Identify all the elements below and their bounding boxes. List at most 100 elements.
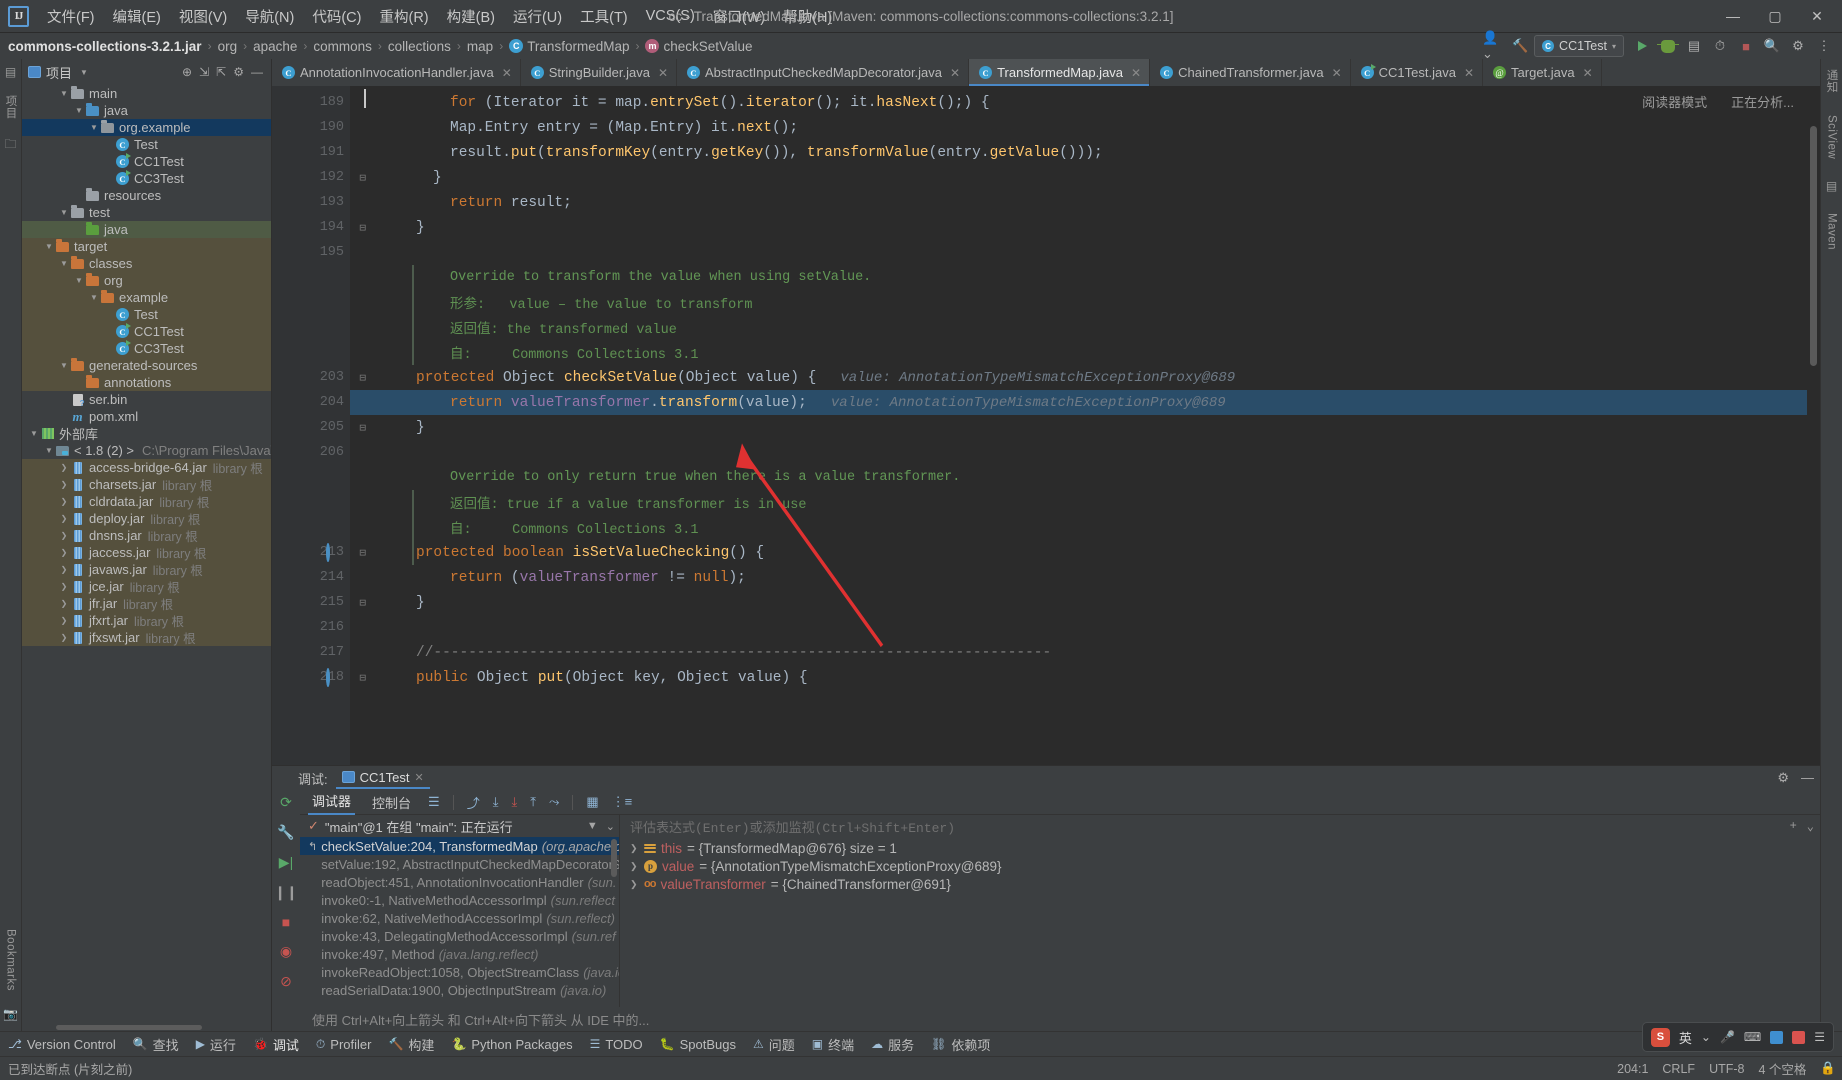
menu-file[interactable]: 文件(F) [38, 2, 104, 31]
tree-node[interactable]: ▼ org.example [22, 119, 271, 136]
code-line[interactable]: return valueTransformer.transform(value)… [350, 89, 1820, 415]
tool-window-bar[interactable]: ⎇ Version Control 🔍 查找 ▶ 运行 🐞 调试 ⏱ Profiler 🔨 构建 🐍 Py… [0, 1031, 1842, 1056]
indent-setting[interactable]: 4 个空格 [1758, 1059, 1806, 1078]
stack-frame-row[interactable]: ↰setValue:192, AbstractInputCheckedMapDe… [300, 855, 619, 873]
code-line[interactable]: protected Object checkSetValue(Object va… [350, 365, 1820, 390]
tree-node[interactable]: ❯CTest [22, 306, 271, 323]
tree-node[interactable]: ❯ javaws.jar library 根 [22, 561, 271, 578]
close-button[interactable]: ✕ [1796, 1, 1838, 31]
tree-node[interactable]: ❯ jaccess.jar library 根 [22, 544, 271, 561]
tree-twisty-icon[interactable]: ▼ [73, 106, 85, 115]
code-line[interactable] [350, 440, 1820, 465]
javadoc-line[interactable]: Override to only return true when there … [350, 465, 1820, 490]
gutter-line[interactable]: 204 [272, 390, 350, 415]
watch-more-icon[interactable]: ⌄ [1807, 819, 1814, 834]
tab-console[interactable]: 控制台 [368, 791, 415, 814]
gutter-line[interactable]: 213 ⊟ [272, 540, 366, 565]
gutter-line[interactable]: 214 [272, 565, 350, 590]
code-line[interactable]: } [350, 165, 1820, 190]
tool-window-button[interactable]: 🐍 Python Packages [451, 1037, 572, 1052]
editor-tab[interactable]: C StringBuilder.java ✕ [520, 59, 677, 86]
stop-program-icon[interactable]: ■ [282, 914, 290, 930]
breadcrumb-class[interactable]: C TransformedMap [509, 39, 629, 54]
menu-navigate[interactable]: 导航(N) [236, 2, 303, 31]
tool-window-button[interactable]: 🐞 调试 [253, 1035, 299, 1054]
code-line[interactable]: //--------------------------------------… [350, 640, 1820, 665]
stripe-label-notifications[interactable]: 通知 [1824, 67, 1840, 95]
evaluate-expression-input[interactable]: 评估表达式(Enter)或添加监视(Ctrl+Shift+Enter) + ⌄ [620, 815, 1820, 837]
stack-frame-row[interactable]: ↰ checkSetValue:204, TransformedMap (org.a… [300, 837, 619, 855]
tree-node[interactable]: ❯CCC3Test [22, 340, 271, 357]
close-tab-icon[interactable]: ✕ [1583, 66, 1593, 80]
stripe-label-maven[interactable]: Maven [1826, 211, 1838, 252]
debug-session-tab[interactable]: CC1Test ✕ [335, 767, 430, 789]
tree-node[interactable]: ❯ser.bin [22, 391, 271, 408]
tree-node[interactable]: ▼ < 1.8 (2) > C:\Program Files\Java\jdk [22, 442, 271, 459]
step-out-icon[interactable]: ⤒ [530, 794, 536, 810]
menu-edit[interactable]: 编辑(E) [104, 2, 170, 31]
gutter-line[interactable]: 195 [272, 240, 350, 265]
tree-twisty-icon[interactable]: ❯ [58, 582, 70, 591]
camera-stripe-icon[interactable]: 📷 [3, 1007, 18, 1021]
tree-node[interactable]: ❯ cldrdata.jar library 根 [22, 493, 271, 510]
tool-window-button[interactable]: ☁ 服务 [871, 1035, 914, 1054]
search-everywhere-icon[interactable]: 🔍 [1760, 35, 1784, 57]
structure-stripe-icon[interactable]: 🗀 [4, 135, 16, 156]
gutter-line[interactable] [272, 315, 350, 340]
ime-tools-icon[interactable] [1792, 1030, 1806, 1044]
minimize-button[interactable]: — [1712, 1, 1754, 31]
code-line[interactable]: for (Iterator it = map.entrySet().iterat… [350, 90, 1820, 115]
stack-frame-row[interactable]: ↰invoke:43, DelegatingMethodAccessorImpl… [300, 927, 619, 945]
resume-program-icon[interactable]: ▶| [279, 854, 293, 871]
tree-twisty-icon[interactable]: ❯ [58, 565, 70, 574]
gutter-line[interactable] [272, 290, 350, 315]
tree-node[interactable]: ▼ example [22, 289, 271, 306]
more-actions-icon[interactable]: ⋮ [1812, 35, 1836, 57]
project-tree[interactable]: ▼main▼java▼org.example ❯CTest ❯CCC1Test ❯CC… [22, 85, 271, 1024]
tree-twisty-icon[interactable]: ❯ [58, 633, 70, 642]
evaluate-expression-icon[interactable]: ▦ [586, 794, 598, 810]
tool-window-button[interactable]: 🔨 构建 [388, 1035, 434, 1054]
menu-build[interactable]: 构建(B) [438, 2, 504, 31]
code-line[interactable]: } [350, 415, 1820, 440]
menu-run[interactable]: 运行(U) [504, 2, 571, 31]
code-line[interactable]: Map.Entry entry = (Map.Entry) it.next(); [350, 115, 1820, 140]
code-line[interactable] [350, 240, 1820, 265]
ime-chevron-icon[interactable]: ⌄ [1701, 1030, 1711, 1044]
breadcrumb-method[interactable]: m checkSetValue [645, 39, 753, 54]
tree-twisty-icon[interactable]: ▼ [58, 361, 70, 370]
lock-icon[interactable]: 🔒 [1820, 1061, 1836, 1076]
tab-debugger[interactable]: 调试器 [308, 789, 356, 815]
tree-node[interactable]: ▼ java [22, 102, 271, 119]
gutter-line[interactable] [272, 490, 350, 515]
tree-twisty-icon[interactable]: ❯ [58, 463, 70, 472]
close-session-icon[interactable]: ✕ [414, 771, 423, 784]
stack-frame-row[interactable]: ↰invoke:497, Method(java.lang.reflect) [300, 945, 619, 963]
show-execution-point-icon[interactable]: ☰ [428, 794, 440, 810]
tree-node[interactable]: ▼ main [22, 85, 271, 102]
breadcrumb-apache[interactable]: apache [253, 39, 297, 54]
tree-twisty-icon[interactable]: ❯ [58, 480, 70, 489]
tree-twisty-icon[interactable]: ❯ [58, 531, 70, 540]
menu-tools[interactable]: 工具(T) [571, 2, 637, 31]
add-watch-icon[interactable]: + [1790, 819, 1797, 834]
database-stripe-icon[interactable]: ▤ [1826, 179, 1837, 193]
tree-node[interactable]: ❯ charsets.jar library 根 [22, 476, 271, 493]
gutter-line[interactable]: 218 ⊟ [272, 665, 366, 690]
step-over-icon[interactable]: ⤴ [467, 793, 480, 812]
javadoc-line[interactable]: Override to transform the value when usi… [350, 265, 1820, 290]
tree-node[interactable]: ❯CCC1Test [22, 153, 271, 170]
tree-node[interactable]: ▼ generated-sources [22, 357, 271, 374]
stack-frame-row[interactable]: ↰readSerialData:1900, ObjectInputStream(… [300, 981, 619, 999]
user-account-icon[interactable]: 👤⌄ [1482, 30, 1506, 61]
tree-node[interactable]: ❯ access-bridge-64.jar library 根 [22, 459, 271, 476]
code-line[interactable]: } [350, 215, 1820, 240]
ime-mic-icon[interactable]: 🎤 [1720, 1030, 1735, 1044]
editor-tab[interactable]: C AbstractInputCheckedMapDecorator.java ✕ [677, 59, 970, 86]
stack-frame-row[interactable]: ↰readObject:451, AnnotationInvocationHan… [300, 873, 619, 891]
gutter-line[interactable]: 191 [272, 140, 350, 165]
editor-tab[interactable]: C AnnotationInvocationHandler.java ✕ [272, 59, 521, 86]
tree-twisty-icon[interactable]: ▼ [73, 276, 85, 285]
gutter-line[interactable]: 216 [272, 615, 350, 640]
debug-settings-gear-icon[interactable]: ⚙ [1777, 770, 1789, 786]
